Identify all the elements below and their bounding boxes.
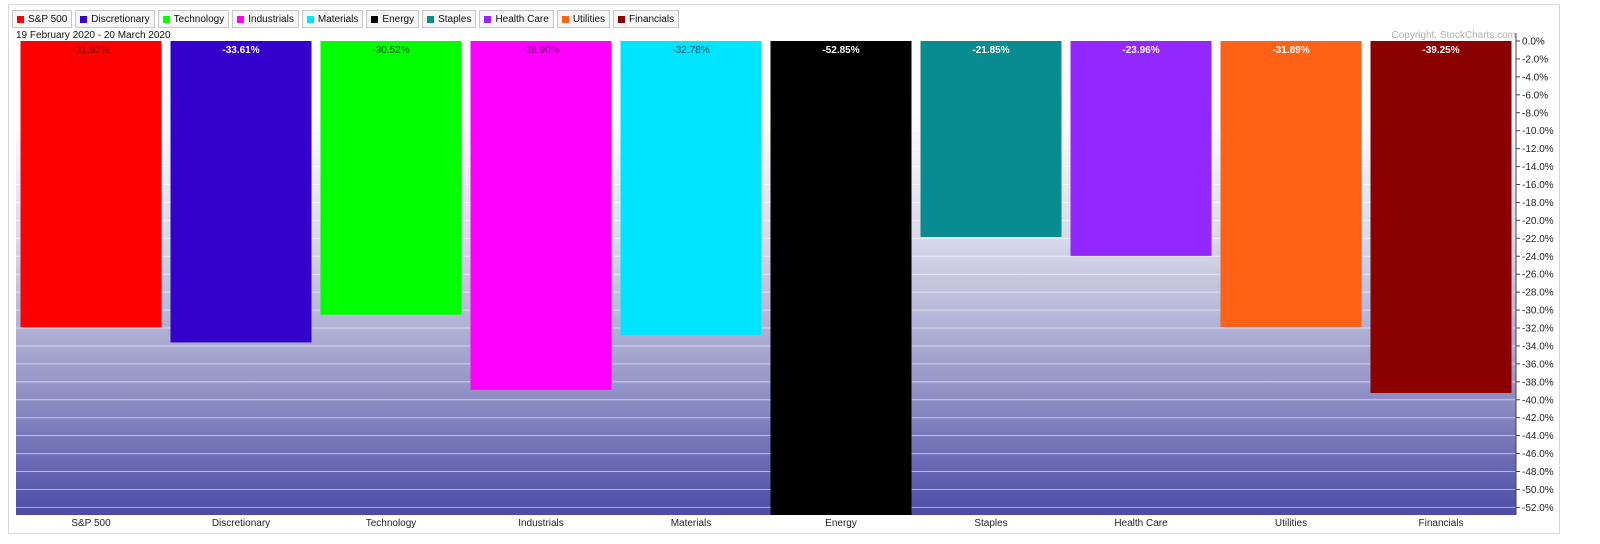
y-tick-label: -26.0%: [1522, 270, 1554, 281]
bar-chart: -31.93% -33.61% -30.52% -38.90% -32.78% -52.8…: [16, 33, 1554, 529]
y-tick-label: -20.0%: [1522, 216, 1554, 227]
y-tick-label: -32.0%: [1522, 324, 1554, 335]
y-tick-label: -48.0%: [1522, 467, 1554, 478]
x-tick-label: Energy: [825, 518, 857, 529]
x-tick-label: S&P 500: [71, 518, 111, 529]
bar: [920, 41, 1062, 237]
y-tick-label: -12.0%: [1522, 144, 1554, 155]
bar-value-label: -33.61%: [222, 45, 259, 56]
bar-value-label: -38.90%: [522, 45, 559, 56]
y-tick-label: -42.0%: [1522, 413, 1554, 424]
y-tick-label: 0.0%: [1522, 37, 1545, 48]
y-tick-label: -38.0%: [1522, 377, 1554, 388]
x-tick-label: Utilities: [1275, 518, 1307, 529]
x-tick-label: Technology: [366, 518, 417, 529]
y-tick-label: -4.0%: [1522, 72, 1548, 83]
bar-value-label: -31.93%: [72, 45, 109, 56]
bar: [620, 41, 762, 335]
bar-value-label: -52.85%: [822, 45, 859, 56]
y-tick-label: -18.0%: [1522, 198, 1554, 209]
bar: [170, 41, 312, 343]
y-axis: 0.0% -2.0% -4.0% -6.0% -8.0% -10.0% -12.0% -14.…: [1515, 33, 1554, 515]
y-tick-label: -34.0%: [1522, 341, 1554, 352]
x-tick-label: Financials: [1418, 518, 1463, 529]
y-tick-label: -50.0%: [1522, 485, 1554, 496]
y-tick-label: -24.0%: [1522, 252, 1554, 263]
bar-value-label: -21.85%: [972, 45, 1009, 56]
x-tick-label: Materials: [671, 518, 712, 529]
y-tick-label: -8.0%: [1522, 108, 1548, 119]
x-tick-label: Staples: [974, 518, 1007, 529]
bar: [320, 41, 462, 315]
bar: [1370, 41, 1512, 394]
y-tick-label: -44.0%: [1522, 431, 1554, 442]
y-tick-label: -16.0%: [1522, 180, 1554, 191]
y-tick-label: -52.0%: [1522, 503, 1554, 514]
bar-value-label: -32.78%: [672, 45, 709, 56]
y-tick-label: -36.0%: [1522, 359, 1554, 370]
x-tick-label: Health Care: [1114, 518, 1168, 529]
bar: [470, 41, 612, 390]
bar: [1070, 41, 1212, 256]
y-tick-label: -46.0%: [1522, 449, 1554, 460]
x-axis: S&P 500 Discretionary Technology Industrial…: [71, 518, 1463, 529]
bar: [20, 41, 162, 328]
y-tick-label: -6.0%: [1522, 90, 1548, 101]
bar: [770, 41, 912, 515]
x-tick-label: Industrials: [518, 518, 564, 529]
bar-value-label: -31.89%: [1272, 45, 1309, 56]
y-tick-label: -10.0%: [1522, 126, 1554, 137]
bar: [1220, 41, 1362, 328]
y-tick-label: -40.0%: [1522, 395, 1554, 406]
y-tick-label: -2.0%: [1522, 54, 1548, 65]
bar-value-label: -39.25%: [1422, 45, 1459, 56]
bar-value-label: -30.52%: [372, 45, 409, 56]
x-tick-label: Discretionary: [212, 518, 270, 529]
y-tick-label: -30.0%: [1522, 306, 1554, 317]
y-tick-label: -22.0%: [1522, 234, 1554, 245]
y-tick-label: -14.0%: [1522, 162, 1554, 173]
bar-value-label: -23.96%: [1122, 45, 1159, 56]
y-tick-label: -28.0%: [1522, 288, 1554, 299]
